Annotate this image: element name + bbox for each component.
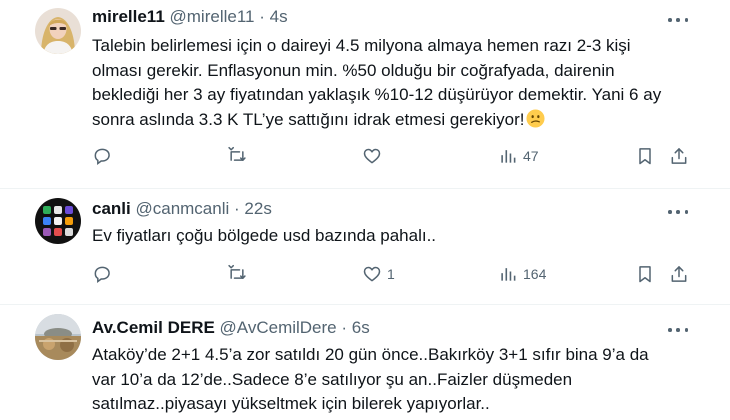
retweet-button[interactable] [227,144,247,168]
timestamp[interactable]: 22s [244,199,271,218]
views-icon [501,150,516,163]
bookmark-button[interactable] [635,262,655,286]
heart-icon [363,148,381,164]
tweet-text-line: sonra aslında 3.3 K TL’ye sattığını idra… [92,109,525,129]
tweet-2[interactable]: canli @canmcanli · 22s Ev fiyatları çoğu… [0,188,730,304]
tweet-3[interactable]: Av.Cemil DERE @AvCemilDere · 6s Ataköy’d… [0,304,730,420]
like-count: 1 [387,266,395,282]
like-button[interactable]: 1 [362,262,395,286]
views-button[interactable]: 164 [498,262,546,286]
tweet-text: Ev fiyatları çoğu bölgede usd bazında pa… [92,224,712,249]
tweet-text-line: beklediği her 3 ay fiyatından yaklaşık %… [92,85,662,104]
views-button[interactable]: 47 [498,144,539,168]
separator-dot: · [234,199,240,218]
tweet-header: canli @canmcanli · 22s [92,198,272,220]
bookmark-icon [639,148,651,165]
share-button[interactable] [669,262,689,286]
bookmark-button[interactable] [635,144,655,168]
more-options-icon[interactable] [666,10,690,30]
tweet-text: Talebin belirlemesi için o daireyi 4.5 m… [92,34,712,132]
tweet-text-line: Ev fiyatları çoğu bölgede usd bazında pa… [92,226,437,245]
share-icon [671,148,687,164]
tweet-1[interactable]: mirelle11 @mirelle11 · 4s Talebin belirl… [0,0,730,188]
bookmark-icon [639,266,651,283]
retweet-button[interactable] [227,262,247,286]
user-handle[interactable]: @AvCemilDere [220,318,337,337]
reply-icon [94,148,110,165]
user-handle[interactable]: @mirelle11 [170,7,255,26]
more-options-icon[interactable] [666,320,690,340]
tweet-header: Av.Cemil DERE @AvCemilDere · 6s [92,317,370,339]
separator-dot: · [341,318,348,337]
retweet-icon [228,146,246,161]
avatar[interactable] [35,8,81,54]
tweet-actions: 1 164 [92,262,692,286]
tweet-text-line: Ataköy’de 2+1 4.5’a zor satıldı 20 gün ö… [92,345,649,364]
view-count: 47 [523,148,539,164]
tweet-text-line: var 10’a da 12’de..Sadece 8’e satılıyor … [92,369,573,389]
share-icon [671,266,687,282]
tweet-text-line: Talebin belirlemesi için o daireyi 4.5 m… [92,36,631,55]
user-handle[interactable]: @canmcanli [135,199,229,218]
tweet-header: mirelle11 @mirelle11 · 4s [92,6,288,28]
retweet-icon [228,264,246,279]
tweet-text-line: olması gerekir. Enflasyonun min. %50 old… [92,60,615,80]
reply-button[interactable] [92,262,112,286]
tweet-text-line: satılmaz..piyasayı yükseltmek için biler… [92,394,490,413]
display-name[interactable]: canli [92,199,131,218]
tweet-actions: 47 [92,144,692,168]
tweet-text: Ataköy’de 2+1 4.5’a zor satıldı 20 gün ö… [92,343,712,417]
display-name[interactable]: Av.Cemil DERE [92,318,215,337]
avatar[interactable] [35,198,81,244]
view-count: 164 [523,266,547,282]
display-name[interactable]: mirelle11 [92,7,165,26]
avatar[interactable] [35,314,81,360]
heart-icon [363,266,381,282]
confused-face-emoji-icon [526,108,545,128]
more-options-icon[interactable] [666,202,690,222]
timestamp[interactable]: 6s [352,318,370,337]
reply-button[interactable] [92,144,112,168]
share-button[interactable] [669,144,689,168]
reply-icon [94,266,110,283]
separator-dot: · [259,7,265,26]
like-button[interactable] [362,144,387,168]
timestamp[interactable]: 4s [270,7,288,26]
views-icon [501,268,516,281]
